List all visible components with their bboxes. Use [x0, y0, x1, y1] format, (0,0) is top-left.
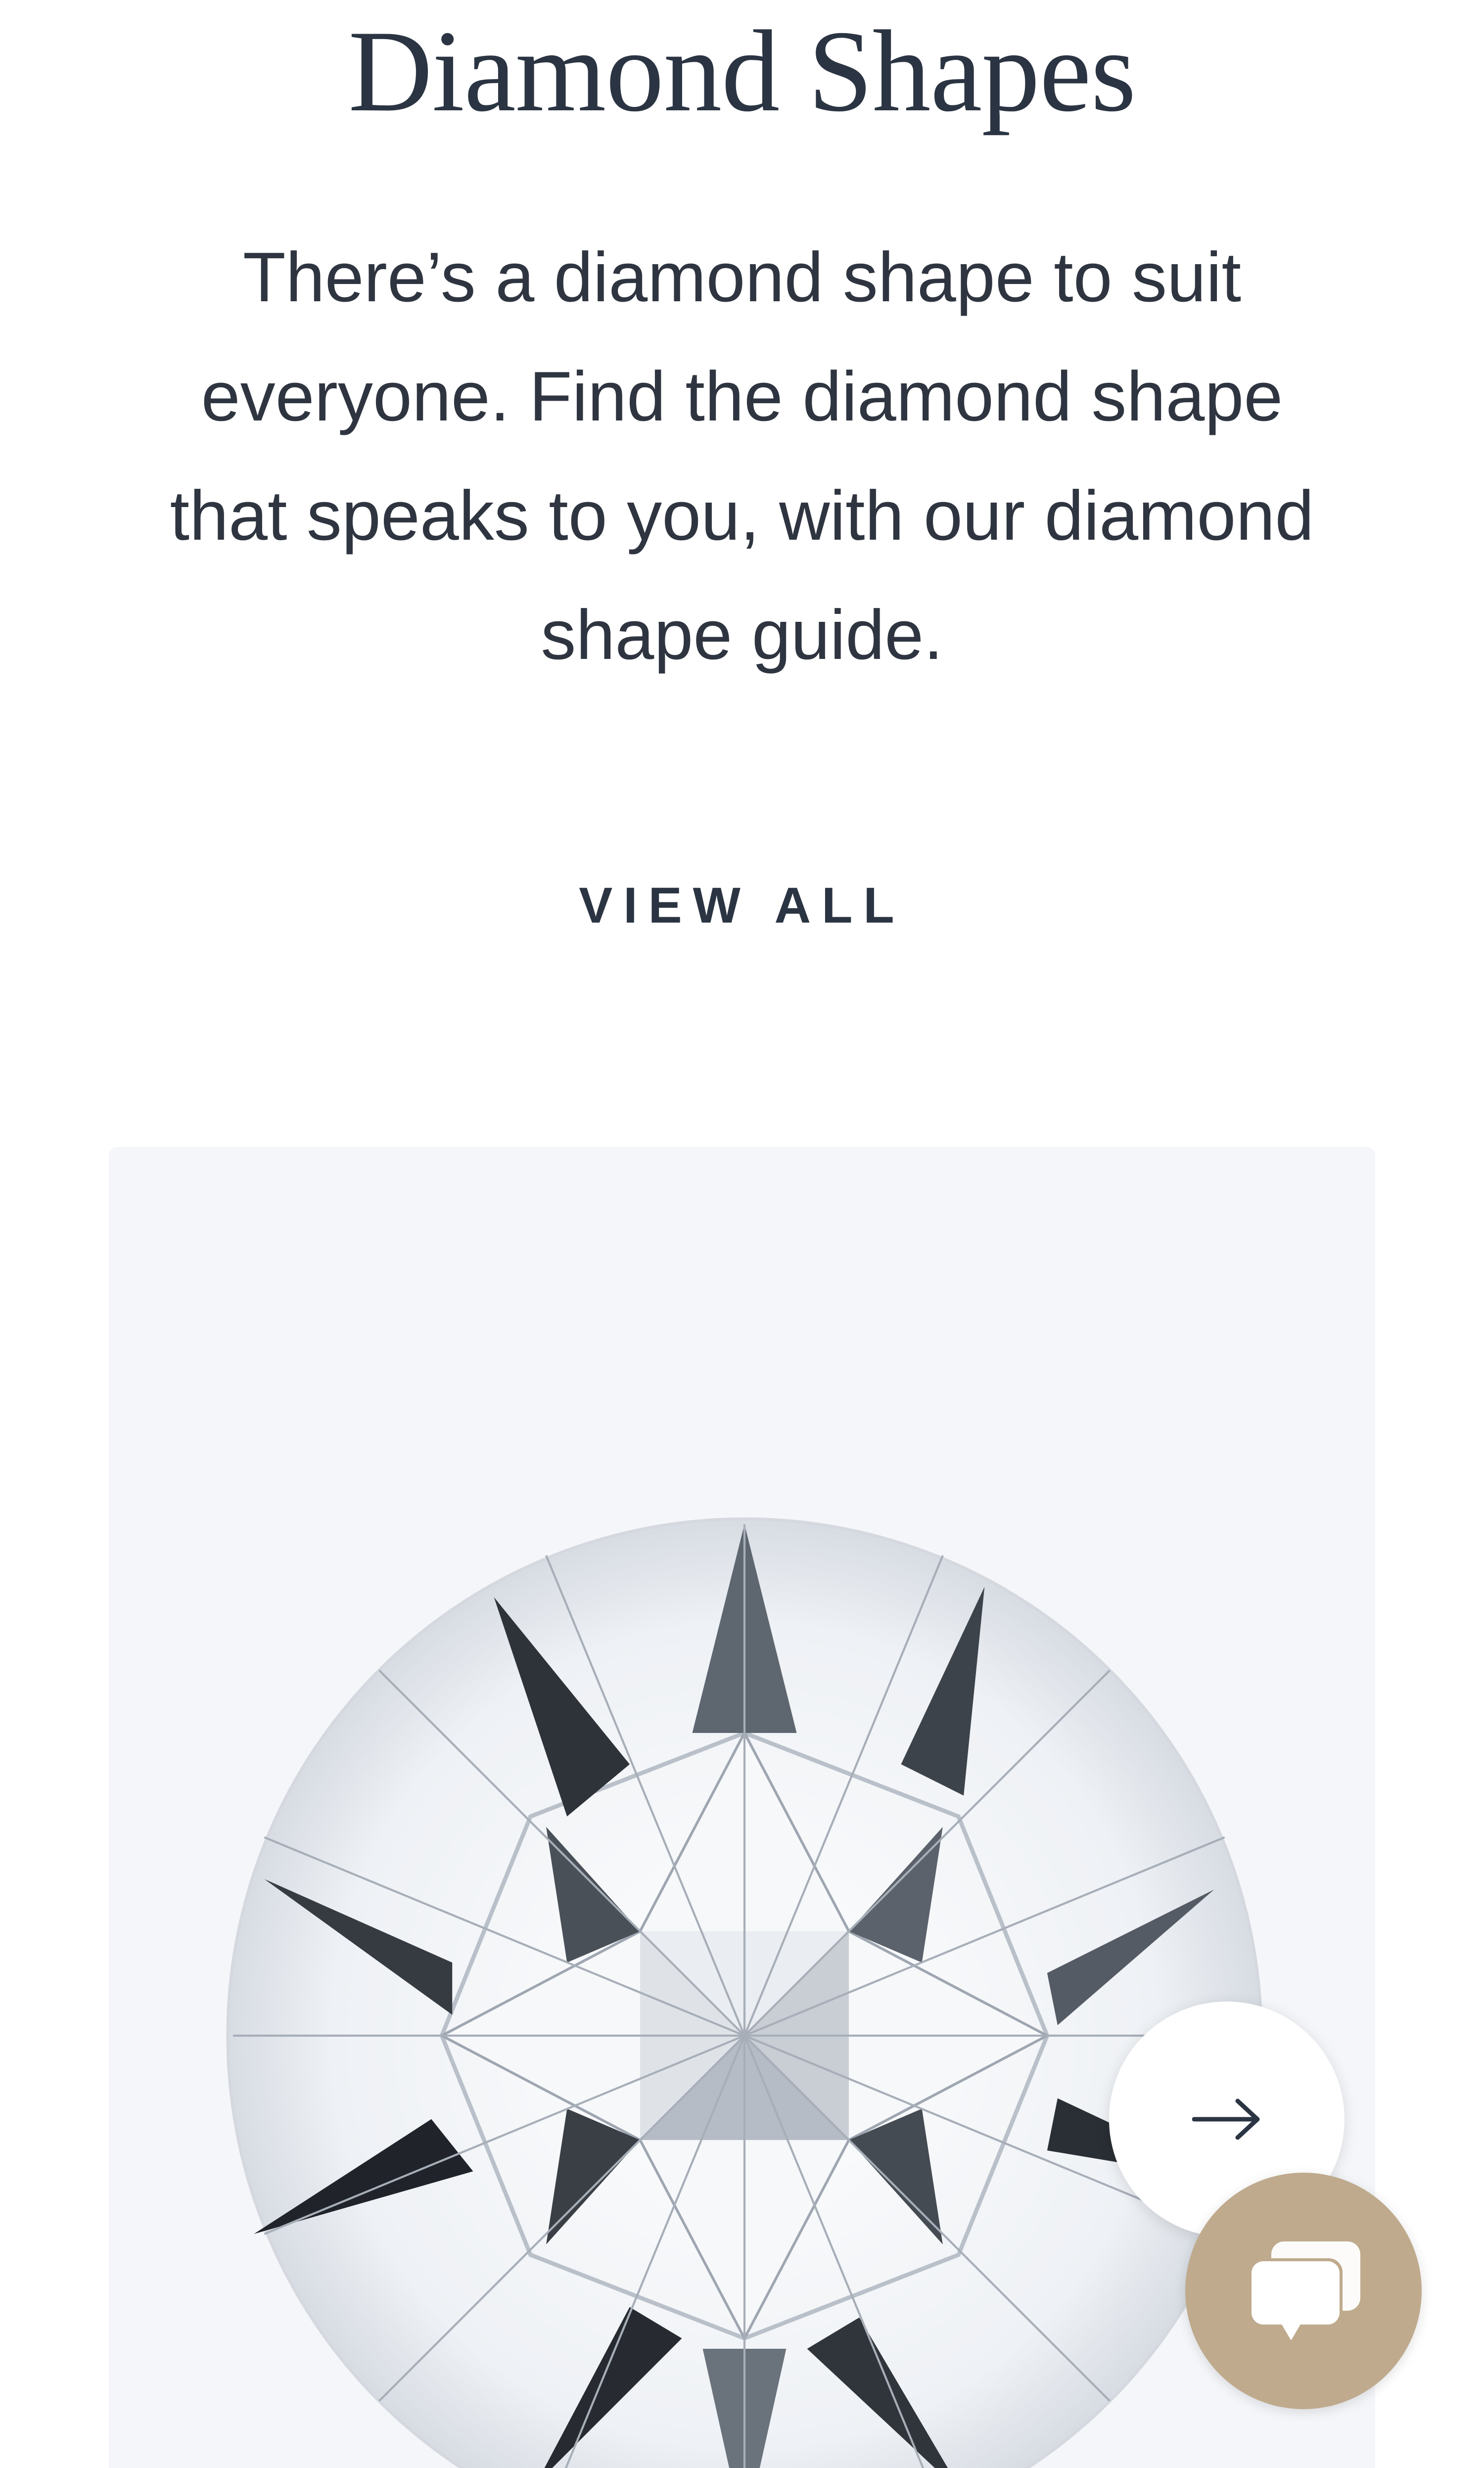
- view-all-link[interactable]: VIEW ALL: [544, 871, 940, 940]
- section-intro: There’s a diamond shape to suit everyone…: [170, 238, 1314, 674]
- arrow-right-icon: [1192, 2098, 1260, 2140]
- round-diamond-image: [226, 1517, 1263, 2468]
- diamond-shape-card[interactable]: [109, 1147, 1375, 2468]
- section-title: Diamond Shapes: [348, 7, 1136, 136]
- chat-widget-button[interactable]: [1185, 2173, 1422, 2409]
- chat-bubble-icon: [1249, 2241, 1360, 2340]
- page: Diamond Shapes There’s a diamond shape t…: [0, 0, 1484, 2468]
